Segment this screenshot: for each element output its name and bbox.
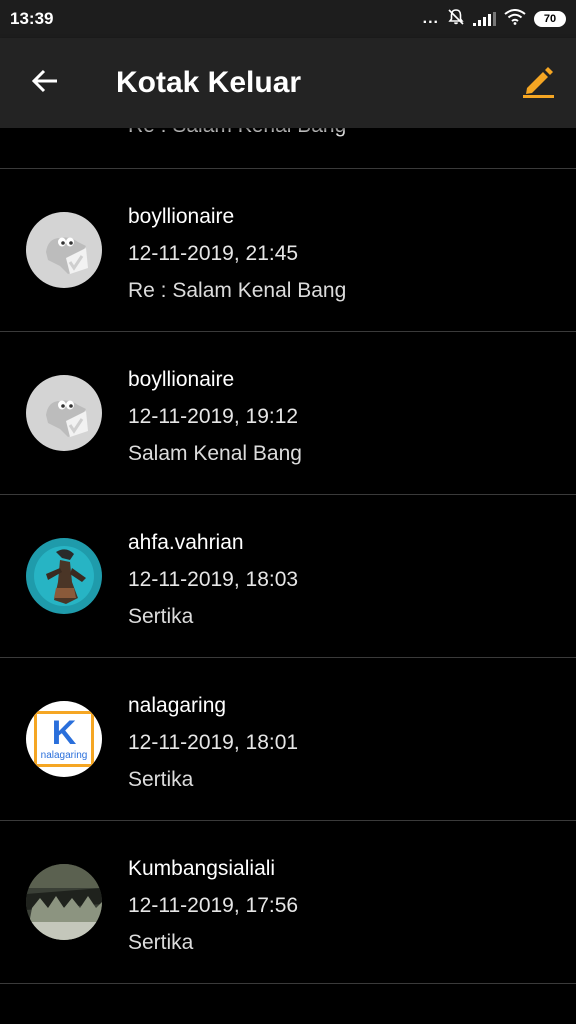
message-datetime: 12-11-2019, 21:45 bbox=[128, 242, 299, 265]
message-datetime: 12-11-2019, 19:12 bbox=[128, 405, 299, 428]
avatar bbox=[26, 538, 102, 614]
list-item[interactable]: ahfa.vahrian 12-11-2019, 18:03 Sertika bbox=[0, 495, 576, 657]
avatar bbox=[26, 375, 102, 451]
list-item[interactable]: boyllionaire 12-11-2019, 21:45 Re : Sala… bbox=[0, 169, 576, 331]
logo-caption: nalagaring bbox=[40, 750, 88, 761]
default-avatar-icon bbox=[26, 375, 102, 451]
default-avatar-icon bbox=[26, 212, 102, 288]
divider bbox=[0, 983, 576, 984]
list-item-partial[interactable]: Re : Salam Kenal Bang bbox=[0, 128, 576, 168]
wayang-avatar-icon bbox=[26, 538, 102, 614]
compose-button[interactable] bbox=[500, 38, 576, 128]
avatar: K nalagaring bbox=[26, 701, 102, 777]
status-time: 13:39 bbox=[10, 9, 54, 28]
sender-name: boyllionaire bbox=[128, 368, 235, 391]
photo-avatar-icon bbox=[26, 864, 102, 940]
message-subject: Sertika bbox=[128, 768, 194, 791]
logo-letter: K bbox=[51, 714, 77, 752]
back-button[interactable] bbox=[0, 38, 90, 128]
message-datetime: 12-11-2019, 18:01 bbox=[128, 731, 299, 754]
message-subject: Sertika bbox=[128, 605, 194, 628]
list-item[interactable]: Kumbangsialiali 12-11-2019, 17:56 Sertik… bbox=[0, 821, 576, 983]
more-notifications-icon: ... bbox=[422, 10, 439, 27]
sender-name: boyllionaire bbox=[128, 205, 235, 228]
message-datetime: 12-11-2019, 18:03 bbox=[128, 568, 299, 591]
avatar bbox=[26, 864, 102, 940]
sender-name: nalagaring bbox=[128, 694, 227, 717]
arrow-left-icon bbox=[31, 69, 59, 98]
message-subject: Re : Salam Kenal Bang bbox=[128, 128, 346, 138]
message-list: Re : Salam Kenal Bang boyllionaire 12-11… bbox=[0, 128, 576, 1024]
message-subject: Re : Salam Kenal Bang bbox=[128, 279, 347, 302]
list-item[interactable]: boyllionaire 12-11-2019, 19:12 Salam Ken… bbox=[0, 332, 576, 494]
pencil-icon bbox=[521, 64, 555, 103]
signal-icon bbox=[473, 12, 496, 26]
status-bar: 13:39 ... 70 bbox=[0, 0, 576, 38]
avatar bbox=[26, 212, 102, 288]
page-title: Kotak Keluar bbox=[116, 66, 302, 99]
kaskus-logo-icon: K nalagaring bbox=[34, 711, 94, 767]
bell-muted-icon bbox=[447, 8, 465, 30]
battery-icon: 70 bbox=[534, 11, 566, 27]
list-item[interactable]: K nalagaring nalagaring 12-11-2019, 18:0… bbox=[0, 658, 576, 820]
message-subject: Salam Kenal Bang bbox=[128, 442, 302, 465]
message-datetime: 12-11-2019, 17:56 bbox=[128, 894, 299, 917]
sender-name: ahfa.vahrian bbox=[128, 531, 244, 554]
message-subject: Sertika bbox=[128, 931, 194, 954]
status-icons: ... 70 bbox=[423, 8, 566, 30]
sender-name: Kumbangsialiali bbox=[128, 857, 276, 880]
wifi-icon bbox=[504, 9, 526, 29]
app-bar: Kotak Keluar bbox=[0, 38, 576, 128]
